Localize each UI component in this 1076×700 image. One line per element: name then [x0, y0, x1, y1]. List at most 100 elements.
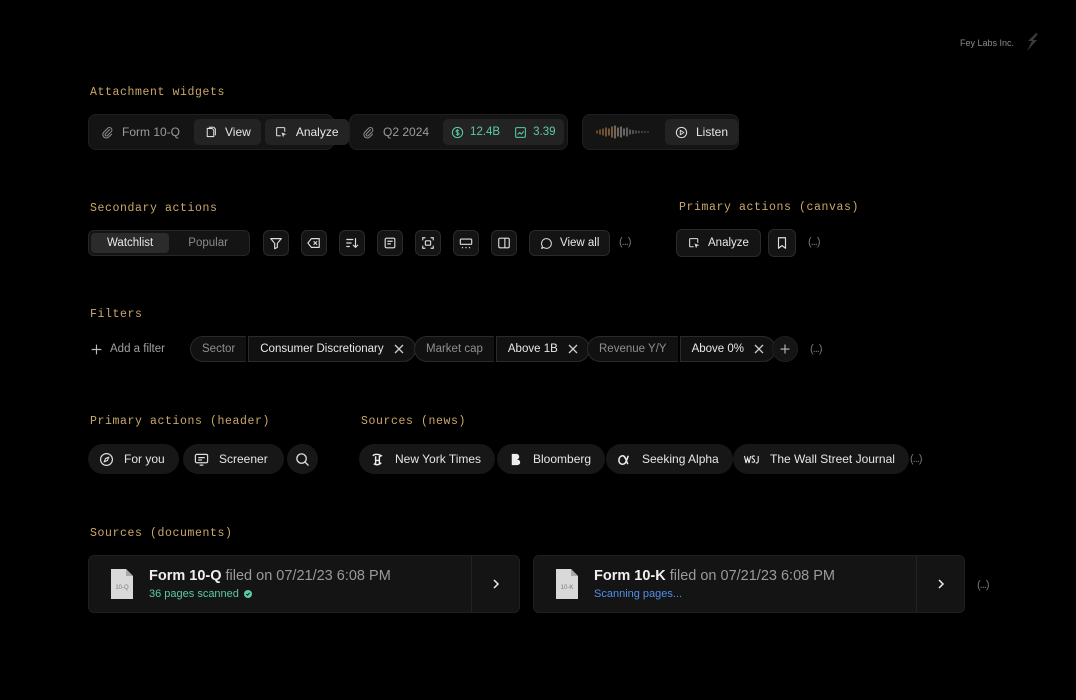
close-icon[interactable]	[754, 344, 764, 354]
document-subtitle: filed on 07/21/23 6:08 PM	[225, 568, 391, 584]
file-icon-label: 10-Q	[115, 585, 129, 591]
filter-icon	[269, 236, 283, 250]
search-button[interactable]	[287, 444, 318, 474]
attachment-quarter-widget: Q2 2024 12.4B 3.39	[349, 114, 568, 150]
secondary-more[interactable]: (...)	[619, 236, 631, 248]
section-title-sources-documents: Sources (documents)	[90, 527, 233, 540]
metric-eps: 3.39	[533, 126, 556, 138]
filter-sector: Sector Consumer Discretionary	[190, 336, 416, 362]
plus-icon	[779, 343, 791, 355]
brand: Fey Labs Inc.	[960, 32, 1040, 54]
section-title-attachment: Attachment widgets	[90, 86, 226, 99]
bookmark-button[interactable]	[768, 229, 796, 257]
add-filter-plus-button[interactable]	[772, 336, 798, 362]
note-icon	[383, 236, 397, 250]
close-icon[interactable]	[568, 344, 578, 354]
section-title-filters: Filters	[90, 308, 143, 321]
news-sources-more[interactable]: (...)	[910, 453, 922, 465]
analyze-cursor-icon	[688, 237, 701, 250]
file-icon: 10-Q	[109, 568, 135, 600]
document-card-10k[interactable]: 10-K Form 10-K filed on 07/21/23 6:08 PM …	[533, 555, 965, 613]
attachment-audio-widget: Listen	[582, 114, 739, 150]
attachment-form-widget: Form 10-Q View Analyze	[88, 114, 349, 150]
document-title: Form 10-K	[594, 568, 666, 584]
filter-button[interactable]	[263, 230, 289, 256]
close-icon[interactable]	[394, 344, 404, 354]
open-document-button[interactable]	[916, 556, 964, 612]
file-icon-label: 10-K	[560, 585, 574, 591]
filter-revenue-value[interactable]: Above 0%	[679, 336, 776, 362]
tab-watchlist[interactable]: Watchlist	[91, 233, 170, 253]
sort-icon	[345, 236, 359, 250]
filters-more[interactable]: (...)	[810, 343, 822, 355]
source-bloomberg[interactable]: Bloomberg	[497, 444, 606, 474]
chat-bubble-icon	[540, 237, 553, 250]
nyt-logo-icon	[370, 452, 385, 467]
view-all-button[interactable]: View all	[529, 230, 611, 256]
analyze-attachment-button[interactable]: Analyze	[264, 119, 349, 145]
listen-button[interactable]: Listen	[665, 119, 739, 145]
analyze-button[interactable]: Analyze	[676, 229, 761, 257]
for-you-button[interactable]: For you	[88, 444, 179, 474]
analyze-cursor-icon	[275, 126, 288, 139]
bookmark-icon	[775, 236, 789, 250]
chevron-right-icon	[490, 578, 502, 590]
waveform-icon	[587, 119, 657, 145]
screener-button[interactable]: Screener	[183, 444, 284, 474]
add-filter-button[interactable]: Add a filter	[90, 336, 165, 362]
section-title-sources-news: Sources (news)	[361, 415, 467, 428]
section-title-primary-header: Primary actions (header)	[90, 415, 271, 428]
document-title: Form 10-Q	[149, 568, 222, 584]
source-new-york-times[interactable]: New York Times	[359, 444, 496, 474]
document-status: Scanning pages...	[594, 588, 683, 600]
clear-button[interactable]	[301, 230, 327, 256]
filter-market-cap-label[interactable]: Market cap	[414, 336, 494, 362]
chart-up-icon	[514, 126, 527, 139]
filter-sector-value[interactable]: Consumer Discretionary	[248, 336, 416, 362]
source-seeking-alpha[interactable]: Seeking Alpha	[606, 444, 733, 474]
compass-icon	[99, 452, 114, 467]
filter-sector-label[interactable]: Sector	[190, 336, 247, 362]
scan-button[interactable]	[415, 230, 441, 256]
scan-icon	[421, 236, 435, 250]
metric-revenue: 12.4B	[470, 126, 501, 138]
dollar-icon	[451, 126, 464, 139]
filter-market-cap-value[interactable]: Above 1B	[495, 336, 590, 362]
tab-popular[interactable]: Popular	[169, 233, 247, 253]
backspace-icon	[307, 236, 321, 250]
alpha-logo-icon	[617, 452, 632, 467]
primary-canvas-more[interactable]: (...)	[808, 236, 820, 248]
layout-button[interactable]	[453, 230, 479, 256]
attachment-form-label: Form 10-Q	[93, 119, 186, 145]
open-document-button[interactable]	[471, 556, 519, 612]
split-view-icon	[497, 236, 511, 250]
file-icon: 10-K	[554, 568, 580, 600]
document-status: 36 pages scanned	[149, 588, 471, 600]
card-layout-icon	[459, 236, 473, 250]
paperclip-icon	[362, 126, 375, 139]
metric-group[interactable]: 12.4B 3.39	[443, 119, 564, 145]
plus-icon	[90, 343, 103, 356]
filter-revenue-label[interactable]: Revenue Y/Y	[587, 336, 678, 362]
feather-logo-icon	[1024, 32, 1040, 54]
documents-more[interactable]: (...)	[977, 579, 989, 591]
chevron-right-icon	[935, 578, 947, 590]
document-icon	[204, 126, 217, 139]
play-circle-icon	[675, 126, 688, 139]
source-wall-street-journal[interactable]: The Wall Street Journal	[733, 444, 909, 474]
sort-button[interactable]	[339, 230, 365, 256]
notes-button[interactable]	[377, 230, 403, 256]
split-view-button[interactable]	[491, 230, 517, 256]
watchlist-segmented-control: Watchlist Popular	[88, 230, 250, 256]
paperclip-icon	[101, 126, 114, 139]
section-title-primary-canvas: Primary actions (canvas)	[679, 201, 860, 214]
document-card-10q[interactable]: 10-Q Form 10-Q filed on 07/21/23 6:08 PM …	[88, 555, 520, 613]
waveform-graphic	[596, 125, 649, 139]
screener-icon	[194, 452, 209, 467]
filter-market-cap: Market cap Above 1B	[414, 336, 590, 362]
view-button[interactable]: View	[194, 119, 261, 145]
section-title-secondary: Secondary actions	[90, 202, 218, 215]
document-subtitle: filed on 07/21/23 6:08 PM	[669, 568, 835, 584]
bloomberg-logo-icon	[508, 452, 523, 467]
filter-revenue: Revenue Y/Y Above 0%	[587, 336, 776, 362]
